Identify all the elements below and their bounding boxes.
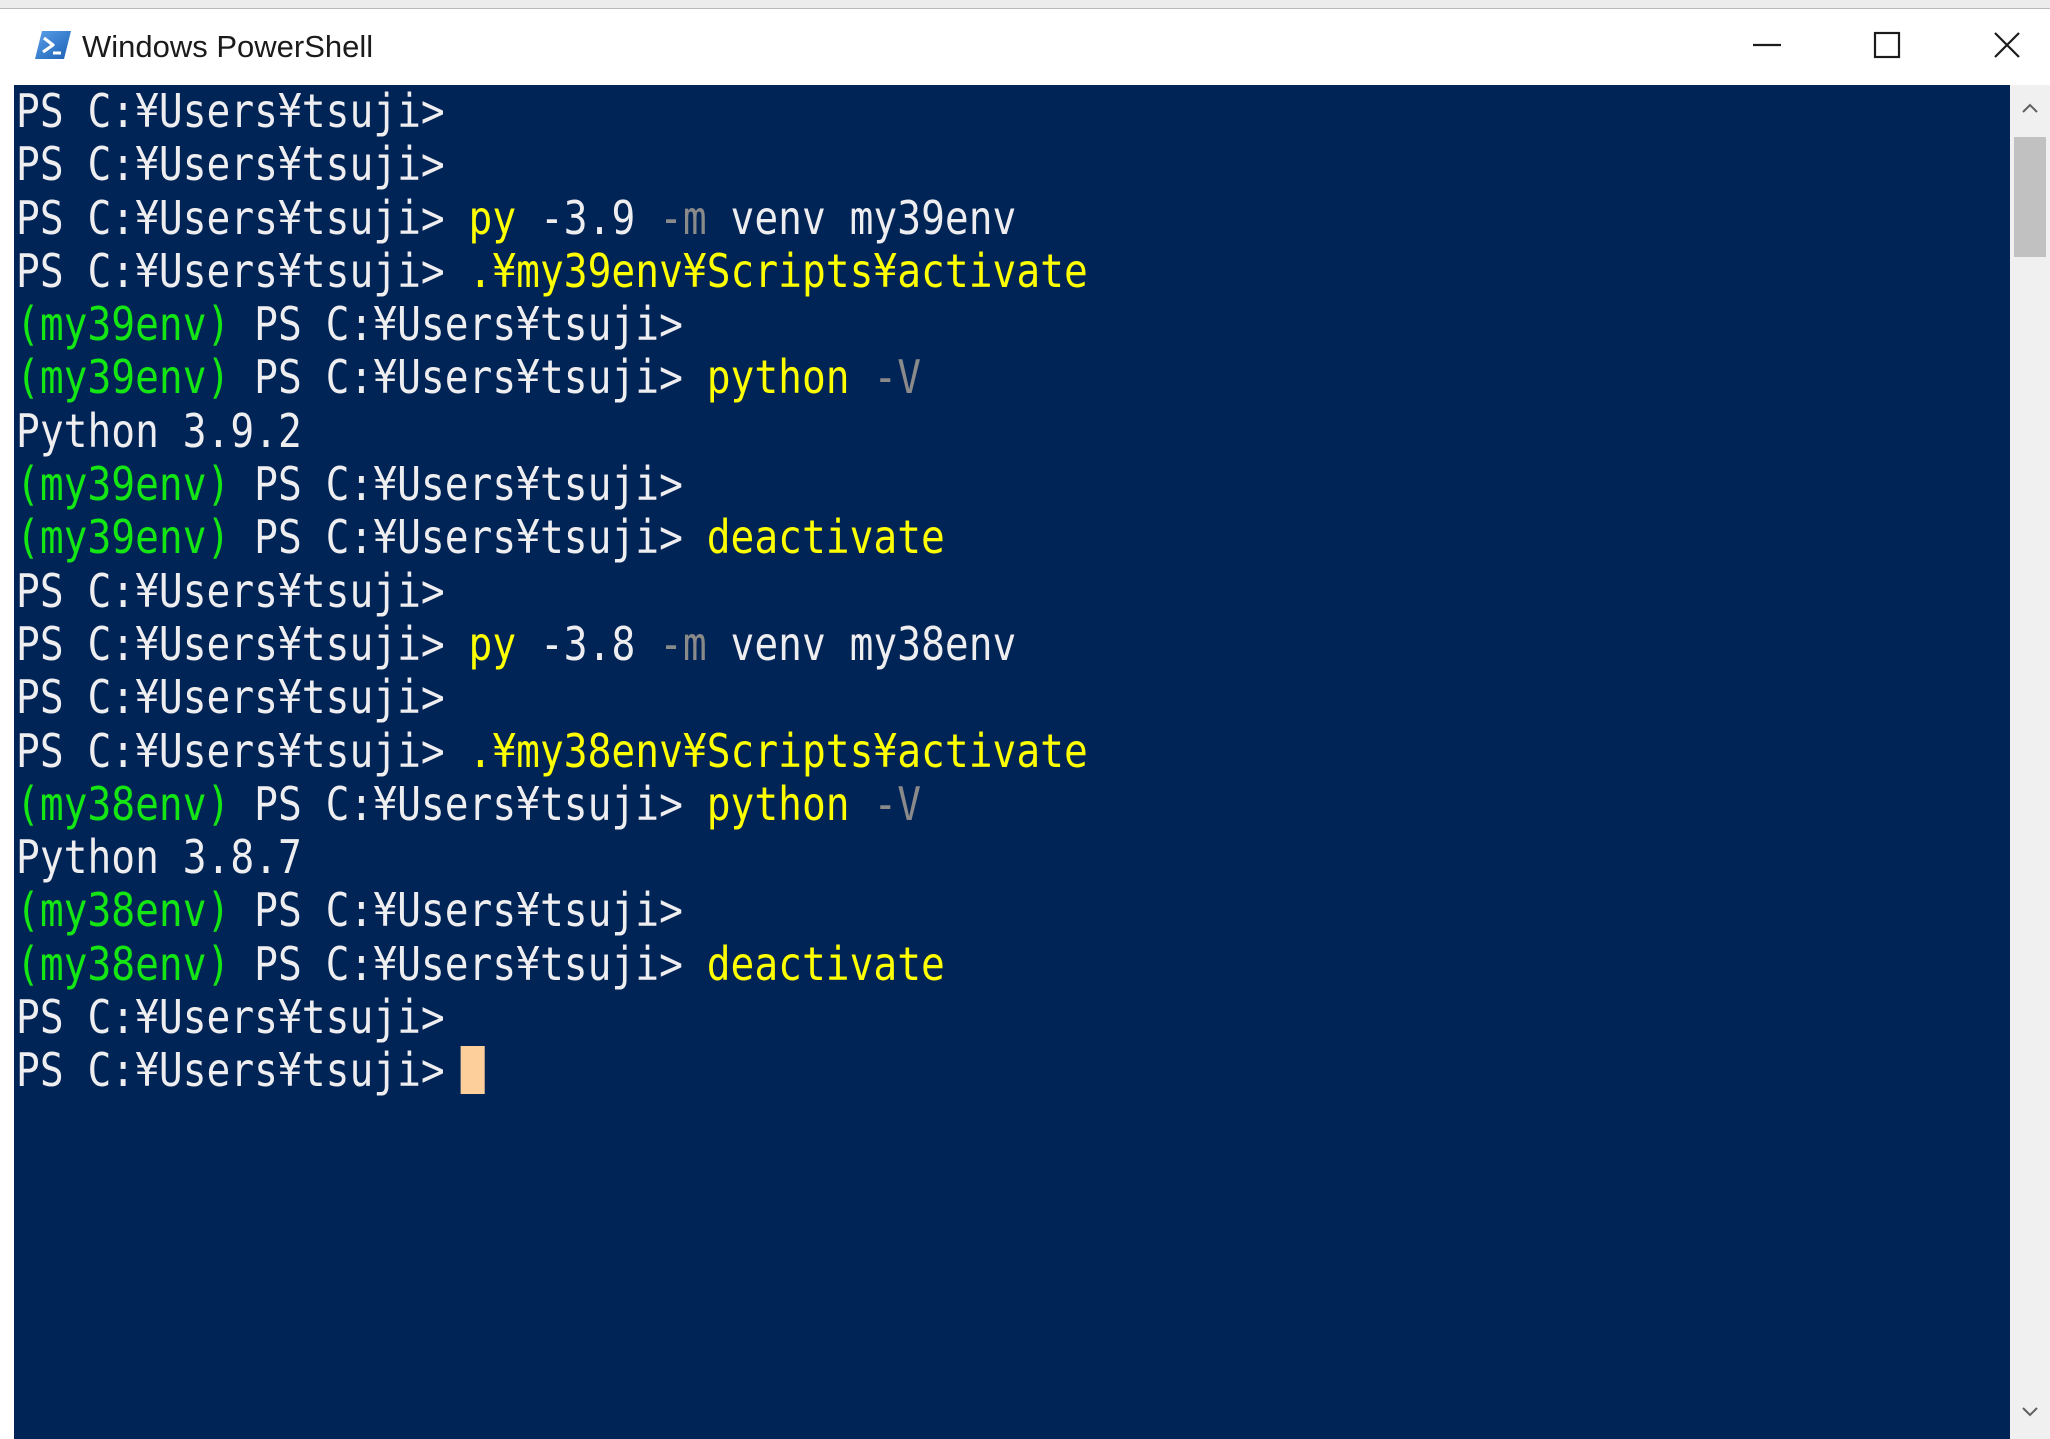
console-text: -3.9 xyxy=(516,190,660,245)
scroll-up-arrow-icon xyxy=(2020,101,2040,120)
powershell-icon[interactable] xyxy=(34,29,72,61)
console-line: PS C:¥Users¥tsuji> xyxy=(16,138,1088,191)
console-text: -V xyxy=(873,350,922,405)
console-text: python xyxy=(706,350,850,405)
console-line: (my39env) PS C:¥Users¥tsuji> deactivate xyxy=(16,511,1088,564)
console-line: PS C:¥Users¥tsuji> py -3.9 -m venv my39e… xyxy=(16,190,1088,245)
console-text: PS C:¥Users¥tsuji> xyxy=(230,350,707,405)
title-bar[interactable]: Windows PowerShell xyxy=(14,9,2050,85)
console-text: deactivate xyxy=(706,936,945,991)
console-output[interactable]: PS C:¥Users¥tsuji> PS C:¥Users¥tsuji> PS C… xyxy=(14,85,2010,1439)
console-text: (my38env) xyxy=(16,936,231,991)
console-text: py xyxy=(468,190,517,245)
console-line: PS C:¥Users¥tsuji> .¥my39env¥Scripts¥act… xyxy=(16,243,1088,298)
console-line: Python 3.9.2 xyxy=(16,403,1088,458)
console-line: (my39env) PS C:¥Users¥tsuji> xyxy=(16,457,1088,512)
console-text: venv my38env xyxy=(706,616,1017,671)
console-text: -m xyxy=(659,616,707,671)
minimize-button[interactable] xyxy=(1707,9,1827,85)
console-text: PS C:¥Users¥tsuji> xyxy=(230,936,707,991)
console-line: PS C:¥Users¥tsuji> xyxy=(16,1044,1088,1097)
maximize-button[interactable] xyxy=(1827,9,1947,85)
console-line: (my39env) PS C:¥Users¥tsuji> xyxy=(16,298,1088,351)
console-line: PS C:¥Users¥tsuji> xyxy=(16,563,1088,618)
console-text: PS C:¥Users¥tsuji> xyxy=(230,297,683,352)
window-top-border xyxy=(0,0,2050,9)
minimize-icon xyxy=(1752,30,1782,65)
vertical-scrollbar[interactable] xyxy=(2010,85,2050,1439)
console-text: .¥my38env¥Scripts¥activate xyxy=(468,723,1088,778)
console-text: PS C:¥Users¥tsuji> xyxy=(16,85,445,138)
console-text: PS C:¥Users¥tsuji> xyxy=(230,510,707,565)
scrollbar-thumb[interactable] xyxy=(2014,137,2046,257)
console-text: PS C:¥Users¥tsuji> xyxy=(16,243,469,298)
console-text: (my38env) xyxy=(16,776,231,831)
console-text: .¥my39env¥Scripts¥activate xyxy=(468,243,1088,298)
console-line: (my38env) PS C:¥Users¥tsuji> xyxy=(16,884,1088,937)
console-text: PS C:¥Users¥tsuji> xyxy=(230,883,683,938)
console-text: (my38env) xyxy=(16,883,231,938)
console-text: PS C:¥Users¥tsuji> xyxy=(16,723,469,778)
console-text: (my39env) xyxy=(16,510,231,565)
text-cursor xyxy=(460,1046,485,1095)
console-text: deactivate xyxy=(706,510,945,565)
console-text: -3.8 xyxy=(516,616,660,671)
console-line: Python 3.8.7 xyxy=(16,831,1088,884)
console-text: -V xyxy=(873,776,922,831)
close-button[interactable] xyxy=(1947,9,2050,85)
console-text: Python 3.9.2 xyxy=(16,403,302,458)
console-line: PS C:¥Users¥tsuji> xyxy=(16,990,1088,1045)
console-text: PS C:¥Users¥tsuji> xyxy=(230,457,683,512)
console-line: PS C:¥Users¥tsuji> py -3.8 -m venv my38e… xyxy=(16,616,1088,671)
window-title: Windows PowerShell xyxy=(82,29,374,64)
console-text: python xyxy=(706,776,850,831)
console-text: PS C:¥Users¥tsuji> xyxy=(16,1043,445,1098)
scroll-up-button[interactable] xyxy=(2010,85,2050,135)
console-line: PS C:¥Users¥tsuji> xyxy=(16,671,1088,724)
console-text: PS C:¥Users¥tsuji> xyxy=(16,563,445,618)
console-line: PS C:¥Users¥tsuji> .¥my38env¥Scripts¥act… xyxy=(16,723,1088,778)
maximize-icon xyxy=(1872,30,1902,65)
console-text: (my39env) xyxy=(16,297,231,352)
console-text: venv my39env xyxy=(706,190,1017,245)
window-left-edge xyxy=(0,9,14,1439)
close-icon xyxy=(1992,30,2022,65)
console-text: (my39env) xyxy=(16,457,231,512)
console-lines: PS C:¥Users¥tsuji> PS C:¥Users¥tsuji> PS C… xyxy=(16,85,1088,1098)
console-text: PS C:¥Users¥tsuji> xyxy=(16,616,469,671)
console-line: PS C:¥Users¥tsuji> xyxy=(16,85,1088,138)
scroll-down-arrow-icon xyxy=(2020,1405,2040,1424)
console-text: py xyxy=(468,616,517,671)
console-line: (my38env) PS C:¥Users¥tsuji> deactivate xyxy=(16,936,1088,991)
console-text: (my39env) xyxy=(16,350,231,405)
console-line: (my39env) PS C:¥Users¥tsuji> python -V xyxy=(16,351,1088,404)
console-text: PS C:¥Users¥tsuji> xyxy=(16,990,445,1045)
console-text: Python 3.8.7 xyxy=(16,830,302,885)
powershell-window: Windows PowerShell PS C:¥Users¥tsuji> PS … xyxy=(0,0,2050,1439)
scroll-down-button[interactable] xyxy=(2010,1389,2050,1439)
console-text: PS C:¥Users¥tsuji> xyxy=(16,670,445,725)
console-text: PS C:¥Users¥tsuji> xyxy=(16,137,445,192)
console-text: PS C:¥Users¥tsuji> xyxy=(230,776,707,831)
console-line: (my38env) PS C:¥Users¥tsuji> python -V xyxy=(16,776,1088,831)
console-text: PS C:¥Users¥tsuji> xyxy=(16,190,469,245)
console-text: -m xyxy=(659,190,707,245)
